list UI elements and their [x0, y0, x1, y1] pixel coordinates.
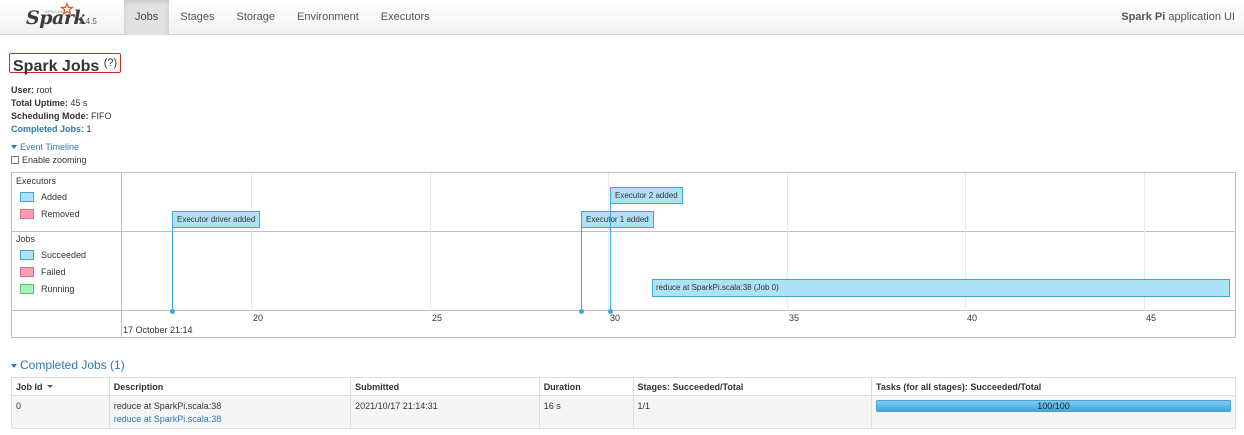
cell-description: reduce at SparkPi.scala:38 reduce at Spa…	[108, 395, 352, 429]
table-row: 0 reduce at SparkPi.scala:38 reduce at S…	[11, 395, 1236, 429]
executor-event-dot	[579, 309, 584, 314]
user-value: root	[36, 85, 53, 95]
legend-failed-label: Failed	[41, 267, 66, 277]
tasks-progress-bar: 100/100	[876, 400, 1231, 412]
executor-event-line	[172, 228, 173, 311]
sort-desc-icon	[46, 384, 53, 388]
summary-mode: Scheduling Mode: FIFO	[11, 110, 112, 123]
app-title: Spark Pi application UI	[1121, 0, 1235, 34]
app-name: Spark Pi	[1121, 11, 1166, 23]
summary-completed: Completed Jobs: 1	[11, 123, 112, 136]
header-duration[interactable]: Duration	[538, 377, 634, 396]
page-title: Spark Jobs (?)	[9, 53, 122, 75]
added-swatch	[20, 192, 34, 202]
cell-stages: 1/1	[632, 395, 873, 429]
event-executor-2-added[interactable]: Executor 2 added	[610, 187, 683, 204]
legend-running-label: Running	[41, 284, 75, 294]
event-timeline-label: Event Timeline	[20, 142, 80, 152]
timeline-axis-divider	[12, 310, 1235, 311]
completed-jobs-toggle[interactable]: Completed Jobs (1)	[11, 358, 125, 372]
description-link[interactable]: reduce at SparkPi.scala:38	[114, 413, 346, 426]
executor-event-dot	[170, 309, 175, 314]
executor-event-line	[610, 204, 611, 311]
legend-job-failed: Failed	[20, 267, 66, 277]
timeline-gridline	[251, 173, 252, 311]
cell-submitted: 2021/10/17 21:14:31	[350, 395, 540, 429]
tab-environment[interactable]: Environment	[286, 0, 370, 35]
spark-star-icon	[59, 1, 75, 16]
mode-value: FIFO	[91, 111, 112, 121]
legend-succeeded-label: Succeeded	[41, 250, 87, 260]
cell-job-id: 0	[11, 395, 110, 429]
description-text: reduce at SparkPi.scala:38	[113, 401, 222, 411]
axis-tick-label: 45	[1146, 313, 1157, 323]
completed-jobs-table: Job Id Description Submitted Duration St…	[11, 377, 1236, 429]
jobs-summary: User: root Total Uptime: 45 s Scheduling…	[11, 84, 112, 136]
nav-tabs: Jobs Stages Storage Environment Executor…	[124, 0, 441, 35]
cell-tasks: 100/100	[871, 395, 1236, 429]
completed-jobs-link[interactable]: Completed Jobs:	[11, 124, 84, 134]
jobs-group-label: Jobs	[16, 234, 36, 244]
header-job-id[interactable]: Job Id	[11, 377, 110, 396]
axis-tick-label: 20	[253, 313, 264, 323]
spark-logo[interactable]: APACHE Spark 2.4.5	[26, 1, 116, 33]
legend-job-running: Running	[20, 284, 75, 294]
header-description[interactable]: Description	[108, 377, 352, 396]
tab-executors[interactable]: Executors	[370, 0, 441, 35]
legend-removed-label: Removed	[41, 209, 80, 219]
header-job-id-label: Job Id	[16, 381, 43, 392]
enable-zooming-checkbox[interactable]	[11, 156, 19, 164]
cell-duration: 16 s	[538, 395, 634, 429]
event-timeline-toggle[interactable]: Event Timeline	[11, 142, 79, 152]
summary-user: User: root	[11, 84, 112, 97]
event-timeline[interactable]: Executors Added Removed Jobs Succeeded F…	[11, 172, 1236, 338]
expand-triangle-icon	[11, 364, 17, 368]
removed-swatch	[20, 209, 34, 219]
tab-jobs[interactable]: Jobs	[124, 0, 170, 35]
tab-storage[interactable]: Storage	[226, 0, 287, 35]
executors-group-label: Executors	[16, 176, 57, 186]
top-navbar: APACHE Spark 2.4.5 Jobs Stages Storage E…	[0, 0, 1244, 35]
legend-job-succeeded: Succeeded	[20, 250, 86, 260]
uptime-value: 45 s	[70, 98, 88, 108]
spark-version: 2.4.5	[79, 17, 97, 26]
axis-tick-label: 35	[789, 313, 800, 323]
timeline-group-divider	[12, 231, 1235, 232]
succeeded-swatch	[20, 250, 34, 260]
job-0-bar[interactable]: reduce at SparkPi.scala:38 (Job 0)	[652, 279, 1230, 297]
axis-tick-label: 30	[610, 313, 621, 323]
timeline-gridline	[430, 173, 431, 311]
summary-uptime: Total Uptime: 45 s	[11, 97, 112, 110]
axis-tick-label: 25	[432, 313, 443, 323]
completed-jobs-title: Completed Jobs (1)	[20, 358, 125, 372]
header-tasks[interactable]: Tasks (for all stages): Succeeded/Total	[871, 377, 1236, 396]
legend-executor-added: Added	[20, 192, 67, 202]
tab-stages[interactable]: Stages	[169, 0, 225, 35]
legend-executor-removed: Removed	[20, 209, 80, 219]
running-swatch	[20, 284, 34, 294]
executor-event-line	[581, 228, 582, 311]
page-title-text: Spark Jobs	[13, 58, 100, 75]
failed-swatch	[20, 267, 34, 277]
table-header-row: Job Id Description Submitted Duration St…	[11, 377, 1236, 396]
completed-value: 1	[86, 124, 92, 134]
legend-added-label: Added	[41, 192, 68, 202]
mode-label: Scheduling Mode:	[11, 111, 89, 121]
timeline-gridline	[608, 173, 609, 311]
user-label: User:	[11, 85, 35, 95]
app-title-suffix: application UI	[1165, 11, 1235, 23]
header-submitted[interactable]: Submitted	[350, 377, 540, 396]
expand-triangle-icon	[11, 145, 17, 149]
event-executor-driver-added[interactable]: Executor driver added	[172, 211, 261, 228]
axis-date-label: 17 October 21:14	[123, 325, 193, 335]
event-executor-1-added[interactable]: Executor 1 added	[581, 211, 654, 228]
spark-logo-text: Spark	[26, 7, 87, 29]
enable-zooming-row: Enable zooming	[11, 155, 87, 165]
axis-tick-label: 40	[967, 313, 978, 323]
uptime-label: Total Uptime:	[11, 98, 68, 108]
header-stages[interactable]: Stages: Succeeded/Total	[632, 377, 873, 396]
help-link[interactable]: (?)	[104, 57, 117, 69]
enable-zooming-label: Enable zooming	[22, 155, 87, 165]
